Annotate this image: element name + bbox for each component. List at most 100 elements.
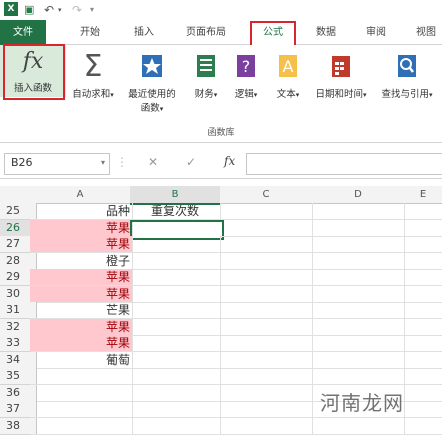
cell-empty[interactable] xyxy=(220,302,313,319)
tab-view[interactable]: 视图 xyxy=(412,24,440,42)
save-icon[interactable]: ▣ xyxy=(24,2,34,18)
cell-b[interactable] xyxy=(130,252,221,270)
cell-a[interactable] xyxy=(30,401,133,418)
cell-empty[interactable] xyxy=(220,269,313,286)
cell-b[interactable] xyxy=(130,285,221,303)
cell-empty[interactable] xyxy=(312,417,405,435)
tab-data[interactable]: 数据 xyxy=(312,24,340,42)
financial-button[interactable]: 财务▾ xyxy=(186,51,226,111)
customize-toolbar-icon[interactable]: ▾ xyxy=(90,2,94,18)
cell-empty[interactable] xyxy=(220,368,313,385)
cell-empty[interactable] xyxy=(312,252,405,270)
column-header-c[interactable]: C xyxy=(220,186,313,204)
select-all-corner[interactable] xyxy=(0,186,31,204)
cell-empty[interactable] xyxy=(312,302,405,319)
redo-icon[interactable]: ↷ xyxy=(72,2,82,18)
cell-empty[interactable] xyxy=(312,219,405,237)
cell-b[interactable]: 重复次数 xyxy=(130,203,221,220)
tab-home[interactable]: 开始 xyxy=(76,24,104,42)
cell-a[interactable] xyxy=(30,368,133,385)
enter-icon[interactable]: ✓ xyxy=(186,155,196,169)
cell-b[interactable] xyxy=(130,417,221,435)
cell-empty[interactable] xyxy=(220,219,313,237)
column-header-e[interactable]: E xyxy=(404,186,442,204)
ribbon-formulas: fx 插入函数 Σ 自动求和▾ 最近使用的 函数▾ 财务▾ ? 逻辑▾ A 文本… xyxy=(0,44,442,143)
column-header-d[interactable]: D xyxy=(312,186,405,204)
name-box[interactable]: B26 ▾ xyxy=(4,153,110,175)
cell-b[interactable] xyxy=(130,335,221,352)
tab-insert[interactable]: 插入 xyxy=(130,24,158,42)
cancel-icon[interactable]: ✕ xyxy=(148,155,158,169)
cell-empty[interactable] xyxy=(312,269,405,286)
cell-empty[interactable] xyxy=(220,203,313,220)
tab-review[interactable]: 审阅 xyxy=(362,24,390,42)
cell-empty[interactable] xyxy=(404,418,442,435)
cell-empty[interactable] xyxy=(220,384,313,402)
cell-empty[interactable] xyxy=(404,253,442,270)
cell-empty[interactable] xyxy=(220,351,313,369)
cell-empty[interactable] xyxy=(312,236,405,253)
cell-b[interactable] xyxy=(130,401,221,418)
fx-icon[interactable]: fx xyxy=(224,154,235,168)
text-button[interactable]: A 文本▾ xyxy=(266,51,310,111)
cell-b[interactable] xyxy=(130,236,221,253)
cell-a[interactable]: 苹果 xyxy=(30,335,133,352)
undo-icon[interactable]: ↶ xyxy=(44,2,54,18)
column-header-a[interactable]: A xyxy=(30,186,131,204)
cell-empty[interactable] xyxy=(404,286,442,303)
cell-empty[interactable] xyxy=(404,236,442,253)
tab-file[interactable]: 文件 xyxy=(0,20,46,45)
cell-empty[interactable] xyxy=(220,318,313,336)
cell-empty[interactable] xyxy=(404,302,442,319)
cell-a[interactable]: 品种 xyxy=(30,203,133,220)
date-time-button[interactable]: 日期和时间▾ xyxy=(310,51,372,111)
cell-empty[interactable] xyxy=(312,368,405,385)
cell-empty[interactable] xyxy=(220,236,313,253)
cell-empty[interactable] xyxy=(220,417,313,435)
cell-b[interactable] xyxy=(130,269,221,286)
lookup-reference-button[interactable]: 查找与引用▾ xyxy=(372,51,442,111)
tab-formulas[interactable]: 公式 xyxy=(250,21,296,47)
cell-a[interactable]: 苹果 xyxy=(30,219,133,237)
cell-a[interactable] xyxy=(30,384,133,402)
cell-a[interactable]: 橙子 xyxy=(30,252,133,270)
cell-empty[interactable] xyxy=(404,352,442,369)
cell-empty[interactable] xyxy=(404,203,442,220)
cell-empty[interactable] xyxy=(312,351,405,369)
cell-b[interactable] xyxy=(130,351,221,369)
chevron-down-icon[interactable]: ▾ xyxy=(101,154,105,172)
autosum-button[interactable]: Σ 自动求和▾ xyxy=(67,49,119,111)
formula-input[interactable] xyxy=(246,153,442,175)
cell-empty[interactable] xyxy=(220,285,313,303)
cell-empty[interactable] xyxy=(404,401,442,418)
cell-empty[interactable] xyxy=(312,285,405,303)
cell-a[interactable]: 苹果 xyxy=(30,269,133,286)
cell-empty[interactable] xyxy=(220,335,313,352)
cell-empty[interactable] xyxy=(404,220,442,237)
cell-empty[interactable] xyxy=(404,385,442,402)
cell-b[interactable] xyxy=(130,384,221,402)
cell-empty[interactable] xyxy=(312,335,405,352)
cell-empty[interactable] xyxy=(220,252,313,270)
cell-a[interactable]: 苹果 xyxy=(30,318,133,336)
cell-a[interactable] xyxy=(30,417,133,435)
cell-empty[interactable] xyxy=(404,269,442,286)
cell-empty[interactable] xyxy=(312,203,405,220)
cell-b[interactable] xyxy=(130,318,221,336)
insert-function-button[interactable]: fx 插入函数 xyxy=(0,44,66,100)
logical-button[interactable]: ? 逻辑▾ xyxy=(226,51,266,111)
undo-dropdown-icon[interactable]: ▾ xyxy=(58,2,62,18)
tab-page-layout[interactable]: 页面布局 xyxy=(180,24,232,42)
cell-b[interactable] xyxy=(130,302,221,319)
cell-empty[interactable] xyxy=(404,368,442,385)
recently-used-button[interactable]: 最近使用的 函数▾ xyxy=(119,51,185,114)
cell-a[interactable]: 芒果 xyxy=(30,302,133,319)
cell-empty[interactable] xyxy=(404,335,442,352)
cell-b[interactable] xyxy=(130,368,221,385)
cell-a[interactable]: 葡萄 xyxy=(30,351,133,369)
cell-a[interactable]: 苹果 xyxy=(30,236,133,253)
cell-empty[interactable] xyxy=(220,401,313,418)
cell-empty[interactable] xyxy=(404,319,442,336)
cell-a[interactable]: 苹果 xyxy=(30,285,133,303)
cell-empty[interactable] xyxy=(312,318,405,336)
